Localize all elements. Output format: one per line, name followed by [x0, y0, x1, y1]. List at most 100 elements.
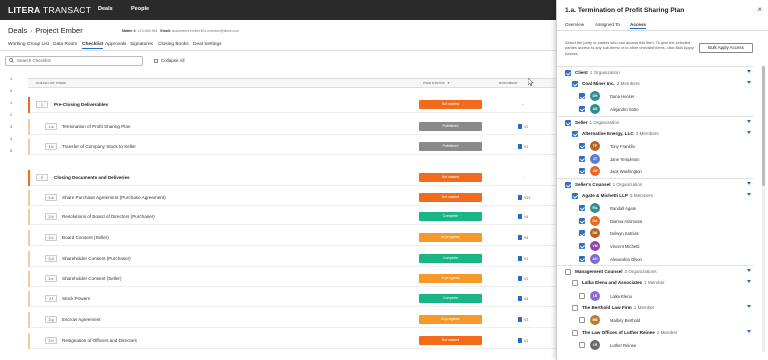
row-handle[interactable] — [28, 333, 30, 349]
member-checkbox[interactable] — [579, 205, 585, 212]
table-row[interactable]: 1.a Termination of Profit Sharing Plan Pub… — [28, 119, 556, 135]
breadcrumb-deals[interactable]: Deals — [8, 26, 27, 35]
chevron-down-icon[interactable] — [747, 181, 751, 185]
organization-row[interactable]: The Berthold Law Firm 1 Member — [557, 302, 753, 314]
status-badge[interactable]: Not started — [419, 100, 482, 109]
column-header-document[interactable]: DOCUMENT — [499, 81, 518, 85]
column-header-items[interactable]: CHECKLIST ITEMS — [36, 81, 66, 85]
row-handle[interactable] — [28, 190, 30, 206]
member-row[interactable]: JT Jane Templeton — [557, 153, 753, 166]
member-checkbox[interactable] — [579, 317, 585, 324]
tab-overview[interactable]: Overview — [565, 22, 584, 27]
chevron-down-icon[interactable] — [747, 305, 751, 309]
table-row[interactable]: 2.h Resignation of Officers and Directors… — [28, 333, 556, 349]
organization-checkbox[interactable] — [572, 330, 578, 336]
row-handle[interactable] — [28, 119, 30, 135]
row-number-badge[interactable]: 1.b — [45, 143, 57, 150]
row-number-badge[interactable]: 2.f — [45, 295, 57, 302]
member-checkbox[interactable] — [579, 168, 585, 175]
close-icon[interactable]: × — [757, 5, 762, 14]
organization-checkbox[interactable] — [572, 280, 578, 287]
nav-link-people[interactable]: People — [131, 6, 149, 12]
row-title[interactable]: Resignation of Officers and Directors — [62, 338, 137, 343]
table-row[interactable]: 2.a Share Purchase Agreement (Purchase Ag… — [28, 190, 556, 206]
organization-row[interactable]: The Law Offices of Luther Reinee 1 Member — [557, 327, 753, 339]
member-row[interactable]: VM Vincent Michetti — [557, 240, 753, 253]
table-row[interactable]: 2.g Escrow Agreement In progress V3 — [28, 312, 556, 328]
status-badge[interactable]: In progress — [419, 274, 482, 283]
row-number-badge[interactable]: 2.e — [45, 275, 57, 282]
chevron-down-icon[interactable] — [747, 193, 751, 196]
member-row[interactable]: LE Lalka Elena — [557, 290, 753, 303]
tab-data-room[interactable]: Data Room — [53, 42, 77, 47]
document-link[interactable]: V1 — [518, 276, 528, 281]
column-header-status[interactable]: ITEM STATUS — [423, 81, 445, 85]
table-row[interactable]: 2 Closing Documents and Deliveries Not sta… — [28, 170, 556, 186]
party-checkbox[interactable] — [565, 70, 571, 76]
row-title[interactable]: Board Consent (Seller) — [62, 235, 109, 240]
status-badge[interactable]: Not started — [419, 193, 482, 202]
organization-row[interactable]: Agate & Michetti LLP 5 Members — [557, 190, 753, 202]
document-link[interactable]: V1 — [518, 144, 528, 149]
member-row[interactable]: DA Dianna Antimossi — [557, 215, 753, 228]
organization-checkbox[interactable] — [572, 81, 578, 88]
status-badge[interactable]: Complete — [419, 254, 482, 263]
row-number-badge[interactable]: 2.d — [45, 255, 57, 262]
row-number-badge[interactable]: 2.b — [45, 213, 57, 220]
document-link[interactable]: V4 — [518, 214, 528, 219]
chevron-down-icon[interactable] — [747, 269, 751, 273]
member-checkbox[interactable] — [579, 217, 585, 224]
row-title[interactable]: Resolutions of Board of Directors (Purch… — [62, 214, 155, 219]
member-row[interactable]: MB Mallory Berthold — [557, 314, 753, 327]
search-input[interactable]: Search Checklist — [5, 56, 143, 66]
table-row[interactable]: 2.c Board Consent (Seller) In progress V4 — [28, 230, 556, 246]
status-badge[interactable]: In progress — [419, 233, 482, 242]
document-link[interactable]: V1 — [518, 338, 528, 343]
member-row[interactable]: DK Delwyn Katniss — [557, 227, 753, 240]
organization-row[interactable]: Coal Miner Inc. 2 Members — [557, 78, 753, 90]
party-checkbox[interactable] — [565, 181, 571, 188]
row-title[interactable]: Pre-Closing Deliverables — [54, 102, 108, 107]
organization-row[interactable]: Alternative Energy, LLC 3 Members — [557, 128, 753, 140]
bulk-apply-access-button[interactable]: Bulk Apply Access — [699, 43, 753, 53]
party-checkbox[interactable] — [565, 119, 571, 126]
row-number-badge[interactable]: 2.a — [45, 194, 57, 201]
document-link[interactable]: V13 — [518, 195, 530, 200]
member-row[interactable]: LR Luther Reinee — [557, 339, 753, 352]
row-handle[interactable] — [28, 271, 30, 287]
row-handle[interactable] — [28, 291, 30, 307]
status-badge[interactable]: Complete — [419, 294, 482, 303]
member-checkbox[interactable] — [579, 106, 585, 112]
tab-assigned-to[interactable]: Assigned To — [595, 22, 620, 27]
chevron-down-icon[interactable] — [747, 130, 751, 134]
row-handle[interactable] — [28, 139, 30, 155]
status-badge[interactable]: Not started — [419, 336, 482, 345]
table-row[interactable]: 1 Pre-Closing Deliverables Not started - — [28, 97, 556, 113]
tab-signatures[interactable]: Signatures — [130, 42, 153, 47]
member-checkbox[interactable] — [579, 93, 585, 100]
organization-checkbox[interactable] — [572, 193, 578, 199]
chevron-down-icon[interactable] — [747, 280, 751, 284]
member-checkbox[interactable] — [579, 255, 585, 262]
row-title[interactable]: Termination of Profit Sharing Plan — [62, 124, 130, 129]
tab-checklist[interactable]: Checklist — [82, 42, 104, 49]
chevron-down-icon[interactable] — [747, 81, 751, 85]
row-title[interactable]: Stock Powers — [62, 296, 90, 301]
row-title[interactable]: Closing Documents and Deliveries — [54, 175, 130, 180]
party-checkbox[interactable] — [565, 269, 571, 276]
row-handle[interactable] — [28, 312, 30, 328]
row-number-badge[interactable]: 2.c — [45, 234, 57, 241]
party-group-row[interactable]: Management Counsel 3 Organizations — [557, 265, 753, 277]
panel-scrollbar-thumb[interactable] — [762, 66, 765, 186]
row-title[interactable]: Escrow Agreement — [62, 317, 101, 322]
status-badge[interactable]: Published — [419, 142, 482, 151]
tab-access[interactable]: Access — [630, 22, 647, 29]
table-row[interactable]: 2.d Shareholder Consent (Purchaser) Comple… — [28, 251, 556, 267]
member-row[interactable]: RA Randall Agate — [557, 202, 753, 215]
member-row[interactable]: JW Jack Washington — [557, 165, 753, 178]
status-badge[interactable]: Not started — [419, 173, 482, 182]
organization-checkbox[interactable] — [572, 130, 578, 137]
row-title[interactable]: Shareholder Consent (Purchaser) — [62, 256, 131, 261]
nav-link-deals[interactable]: Deals — [98, 6, 113, 12]
table-row[interactable]: 2.f Stock Powers Complete V4 — [28, 291, 556, 307]
